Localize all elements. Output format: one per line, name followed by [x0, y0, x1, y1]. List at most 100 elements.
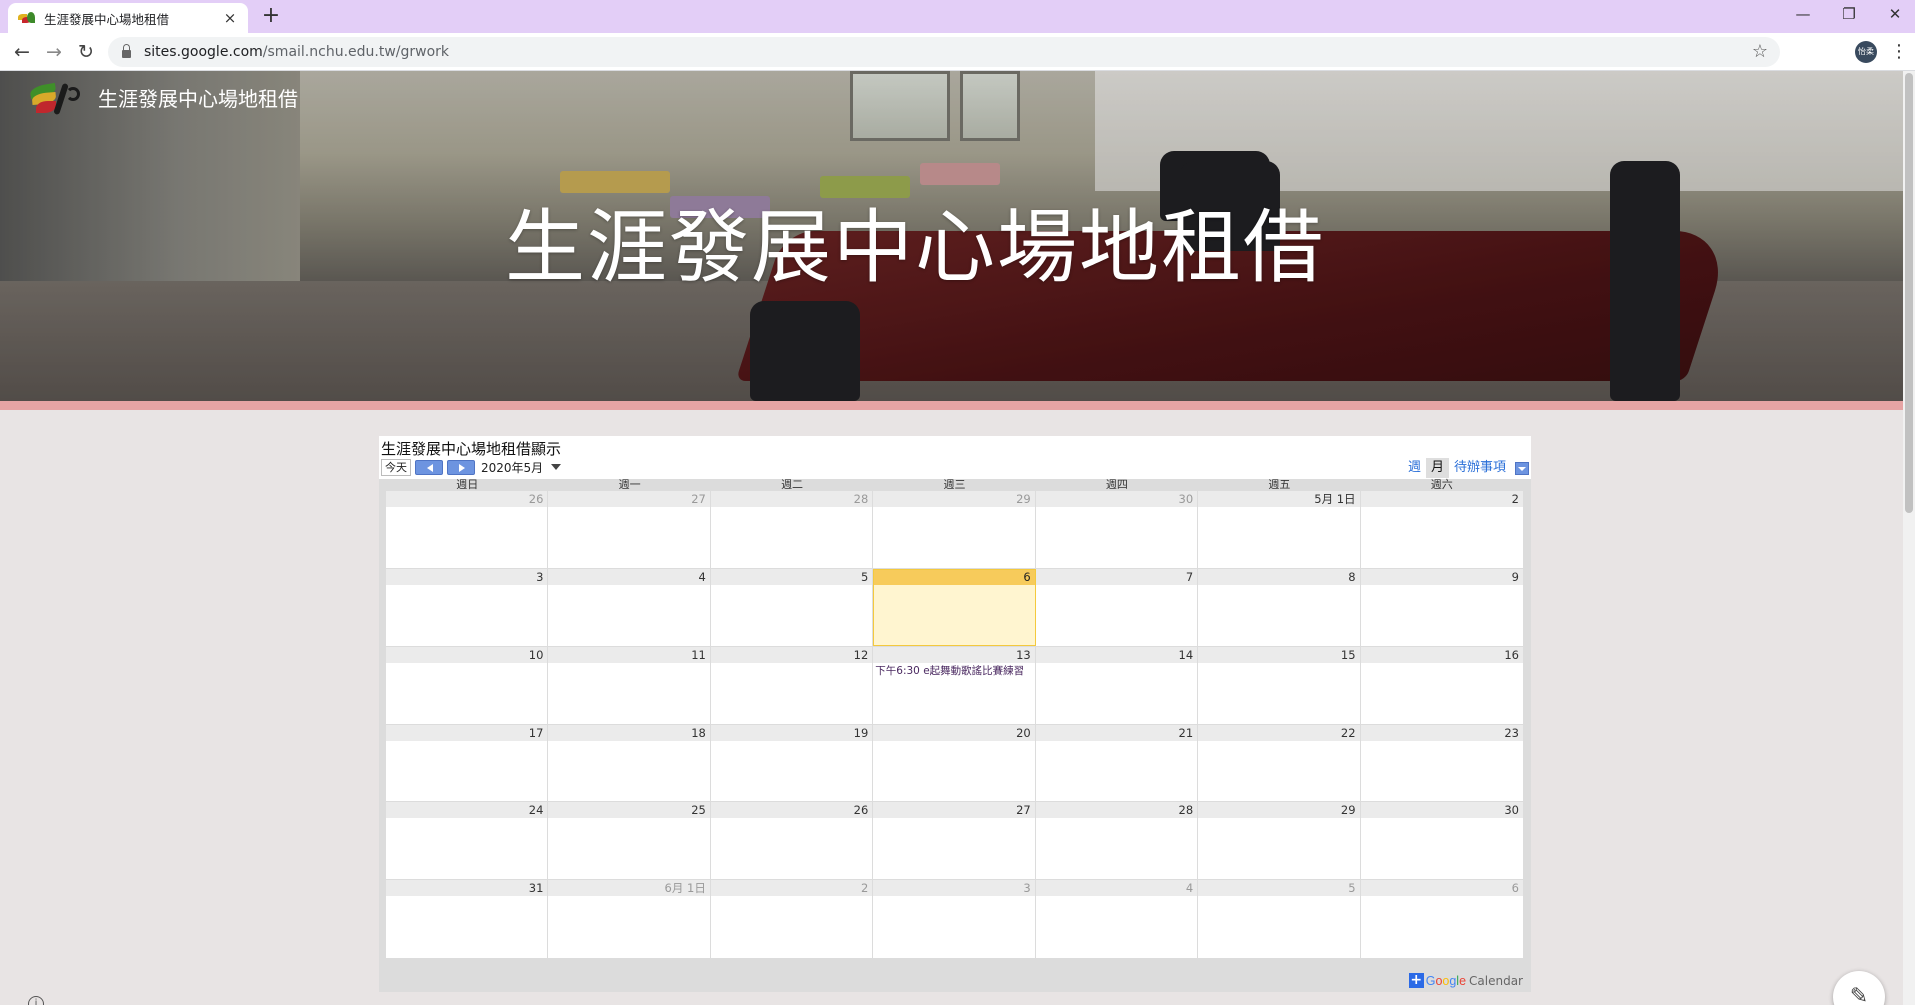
today-button[interactable]: 今天	[381, 458, 411, 476]
day-cell[interactable]: 29	[1198, 802, 1361, 880]
day-cell[interactable]: 25	[548, 802, 711, 880]
day-number: 13	[873, 646, 1035, 663]
month-label[interactable]: 2020年5月	[481, 459, 543, 476]
lock-icon	[122, 44, 131, 58]
calendar-wordmark: Calendar	[1469, 973, 1523, 988]
google-calendar-badge[interactable]: + Google Calendar	[1408, 973, 1523, 988]
back-arrow-icon[interactable]: ←	[9, 39, 35, 65]
day-number: 6月 1日	[548, 880, 710, 897]
day-cell[interactable]: 18	[548, 724, 711, 802]
day-number: 28	[710, 491, 873, 507]
day-cell[interactable]: 5	[1198, 880, 1361, 958]
day-cell[interactable]: 19	[710, 724, 874, 802]
day-cell[interactable]: 16	[1360, 646, 1523, 724]
new-tab-button[interactable]: +	[258, 4, 284, 30]
pencil-icon: ✎	[1849, 984, 1869, 1005]
day-number: 25	[548, 802, 710, 819]
tab-agenda[interactable]: 待辦事項	[1449, 458, 1511, 478]
week-row: 26 27 28 29 30 5月 1日 2	[386, 491, 1523, 569]
site-favicon-icon	[18, 11, 36, 25]
day-cell[interactable]: 23	[1360, 724, 1523, 802]
day-number: 26	[710, 802, 873, 819]
day-cell[interactable]: 4	[1035, 880, 1199, 958]
day-cell[interactable]: 30	[1360, 802, 1523, 879]
url-text: sites.google.com/smail.nchu.edu.tw/grwor…	[144, 44, 450, 60]
month-dropdown-icon[interactable]	[551, 464, 562, 470]
view-tabs: 週 月 待辦事項	[1403, 458, 1529, 478]
day-cell[interactable]: 9	[1360, 568, 1523, 646]
day-cell[interactable]: 24	[386, 802, 549, 880]
day-cell[interactable]: 14	[1035, 646, 1199, 724]
day-cell[interactable]: 28	[710, 491, 874, 568]
day-number: 8	[1198, 568, 1360, 585]
day-cell[interactable]: 21	[1035, 724, 1199, 802]
day-cell[interactable]: 6月 1日	[548, 880, 711, 958]
info-icon[interactable]: i	[28, 996, 44, 1005]
calendar-event[interactable]: 下午6:30 e起舞動歌謠比賽練習	[873, 665, 1034, 677]
forward-arrow-icon[interactable]: →	[41, 39, 67, 65]
day-cell[interactable]: 15	[1198, 646, 1361, 724]
day-number: 5	[1198, 880, 1360, 897]
day-cell[interactable]: 27	[873, 802, 1036, 880]
page-viewport: 生涯發展中心場地租借 生涯發展中心場地租借 生涯發展中心場地租借顯示 今天 20…	[0, 71, 1915, 1005]
day-cell[interactable]: 7	[1035, 568, 1199, 646]
calendar-options-dropdown-icon[interactable]	[1515, 461, 1529, 475]
browser-tab[interactable]: 生涯發展中心場地租借 ×	[8, 3, 248, 33]
next-month-button[interactable]	[447, 459, 475, 475]
reload-icon[interactable]: ↻	[73, 39, 99, 65]
day-cell[interactable]: 11	[548, 646, 711, 724]
restore-button[interactable]: ❐	[1826, 0, 1872, 30]
bookmark-star-icon[interactable]: ☆	[1752, 41, 1768, 62]
day-cell[interactable]: 6	[1360, 880, 1523, 958]
page-scrollbar[interactable]	[1903, 71, 1915, 1005]
day-number: 10	[386, 646, 548, 663]
day-number: 3	[386, 568, 548, 585]
address-bar[interactable]: sites.google.com/smail.nchu.edu.tw/grwor…	[108, 37, 1780, 67]
week-row: 17 18 19 20 21 22 23	[386, 724, 1523, 803]
edit-fab-button[interactable]: ✎	[1833, 971, 1885, 1005]
day-cell[interactable]: 17	[386, 724, 549, 802]
day-cell[interactable]: 4	[548, 568, 711, 646]
day-cell[interactable]: 28	[1035, 802, 1199, 880]
day-cell[interactable]: 12	[710, 646, 874, 724]
day-cell[interactable]: 5	[710, 568, 874, 646]
scrollbar-thumb[interactable]	[1905, 73, 1913, 513]
day-cell[interactable]: 22	[1198, 724, 1361, 802]
day-cell[interactable]: 5月 1日	[1198, 491, 1361, 568]
day-cell[interactable]: 26	[710, 802, 874, 880]
day-cell[interactable]: 20	[873, 724, 1036, 802]
day-cell[interactable]: 2	[1360, 491, 1523, 568]
tab-close-icon[interactable]: ×	[222, 9, 238, 27]
day-cell[interactable]: 10	[386, 646, 549, 724]
day-cell[interactable]: 26	[386, 491, 549, 568]
day-cell[interactable]: 30	[1035, 491, 1199, 568]
day-cell[interactable]: 3	[873, 880, 1036, 958]
day-cell[interactable]: 13 下午6:30 e起舞動歌謠比賽練習	[873, 646, 1036, 724]
day-cell[interactable]: 27	[548, 491, 711, 568]
minimize-button[interactable]: —	[1780, 0, 1826, 30]
day-cell[interactable]: 3	[386, 568, 549, 646]
site-name[interactable]: 生涯發展中心場地租借	[98, 83, 298, 112]
day-number: 27	[873, 802, 1035, 819]
day-cell[interactable]: 8	[1198, 568, 1361, 646]
profile-avatar[interactable]: 怡柔	[1855, 41, 1877, 63]
week-row: 10 11 12 13 下午6:30 e起舞動歌謠比賽練習 14 15 16	[386, 646, 1523, 725]
browser-menu-icon[interactable]: ⋮	[1890, 39, 1908, 65]
day-cell[interactable]: 31	[386, 880, 549, 958]
weekday-label: 週四	[1105, 478, 1128, 491]
tab-week[interactable]: 週	[1403, 458, 1426, 478]
day-cell[interactable]: 29	[873, 491, 1036, 568]
site-logo[interactable]	[28, 81, 82, 117]
day-cell-today[interactable]: 6	[873, 568, 1036, 646]
day-number: 18	[548, 724, 710, 741]
day-cell[interactable]: 2	[710, 880, 874, 958]
day-number: 14	[1035, 646, 1198, 663]
prev-month-button[interactable]	[415, 459, 443, 475]
add-to-calendar-icon[interactable]: +	[1408, 973, 1424, 988]
browser-tab-bar: 生涯發展中心場地租借 × + — ❐ ✕	[0, 0, 1915, 33]
tab-month[interactable]: 月	[1425, 458, 1449, 478]
window-close-button[interactable]: ✕	[1872, 0, 1915, 30]
week-row: 24 25 26 27 28 29 30	[386, 802, 1523, 881]
day-number: 3	[873, 880, 1035, 897]
google-wordmark: Google	[1425, 973, 1467, 988]
